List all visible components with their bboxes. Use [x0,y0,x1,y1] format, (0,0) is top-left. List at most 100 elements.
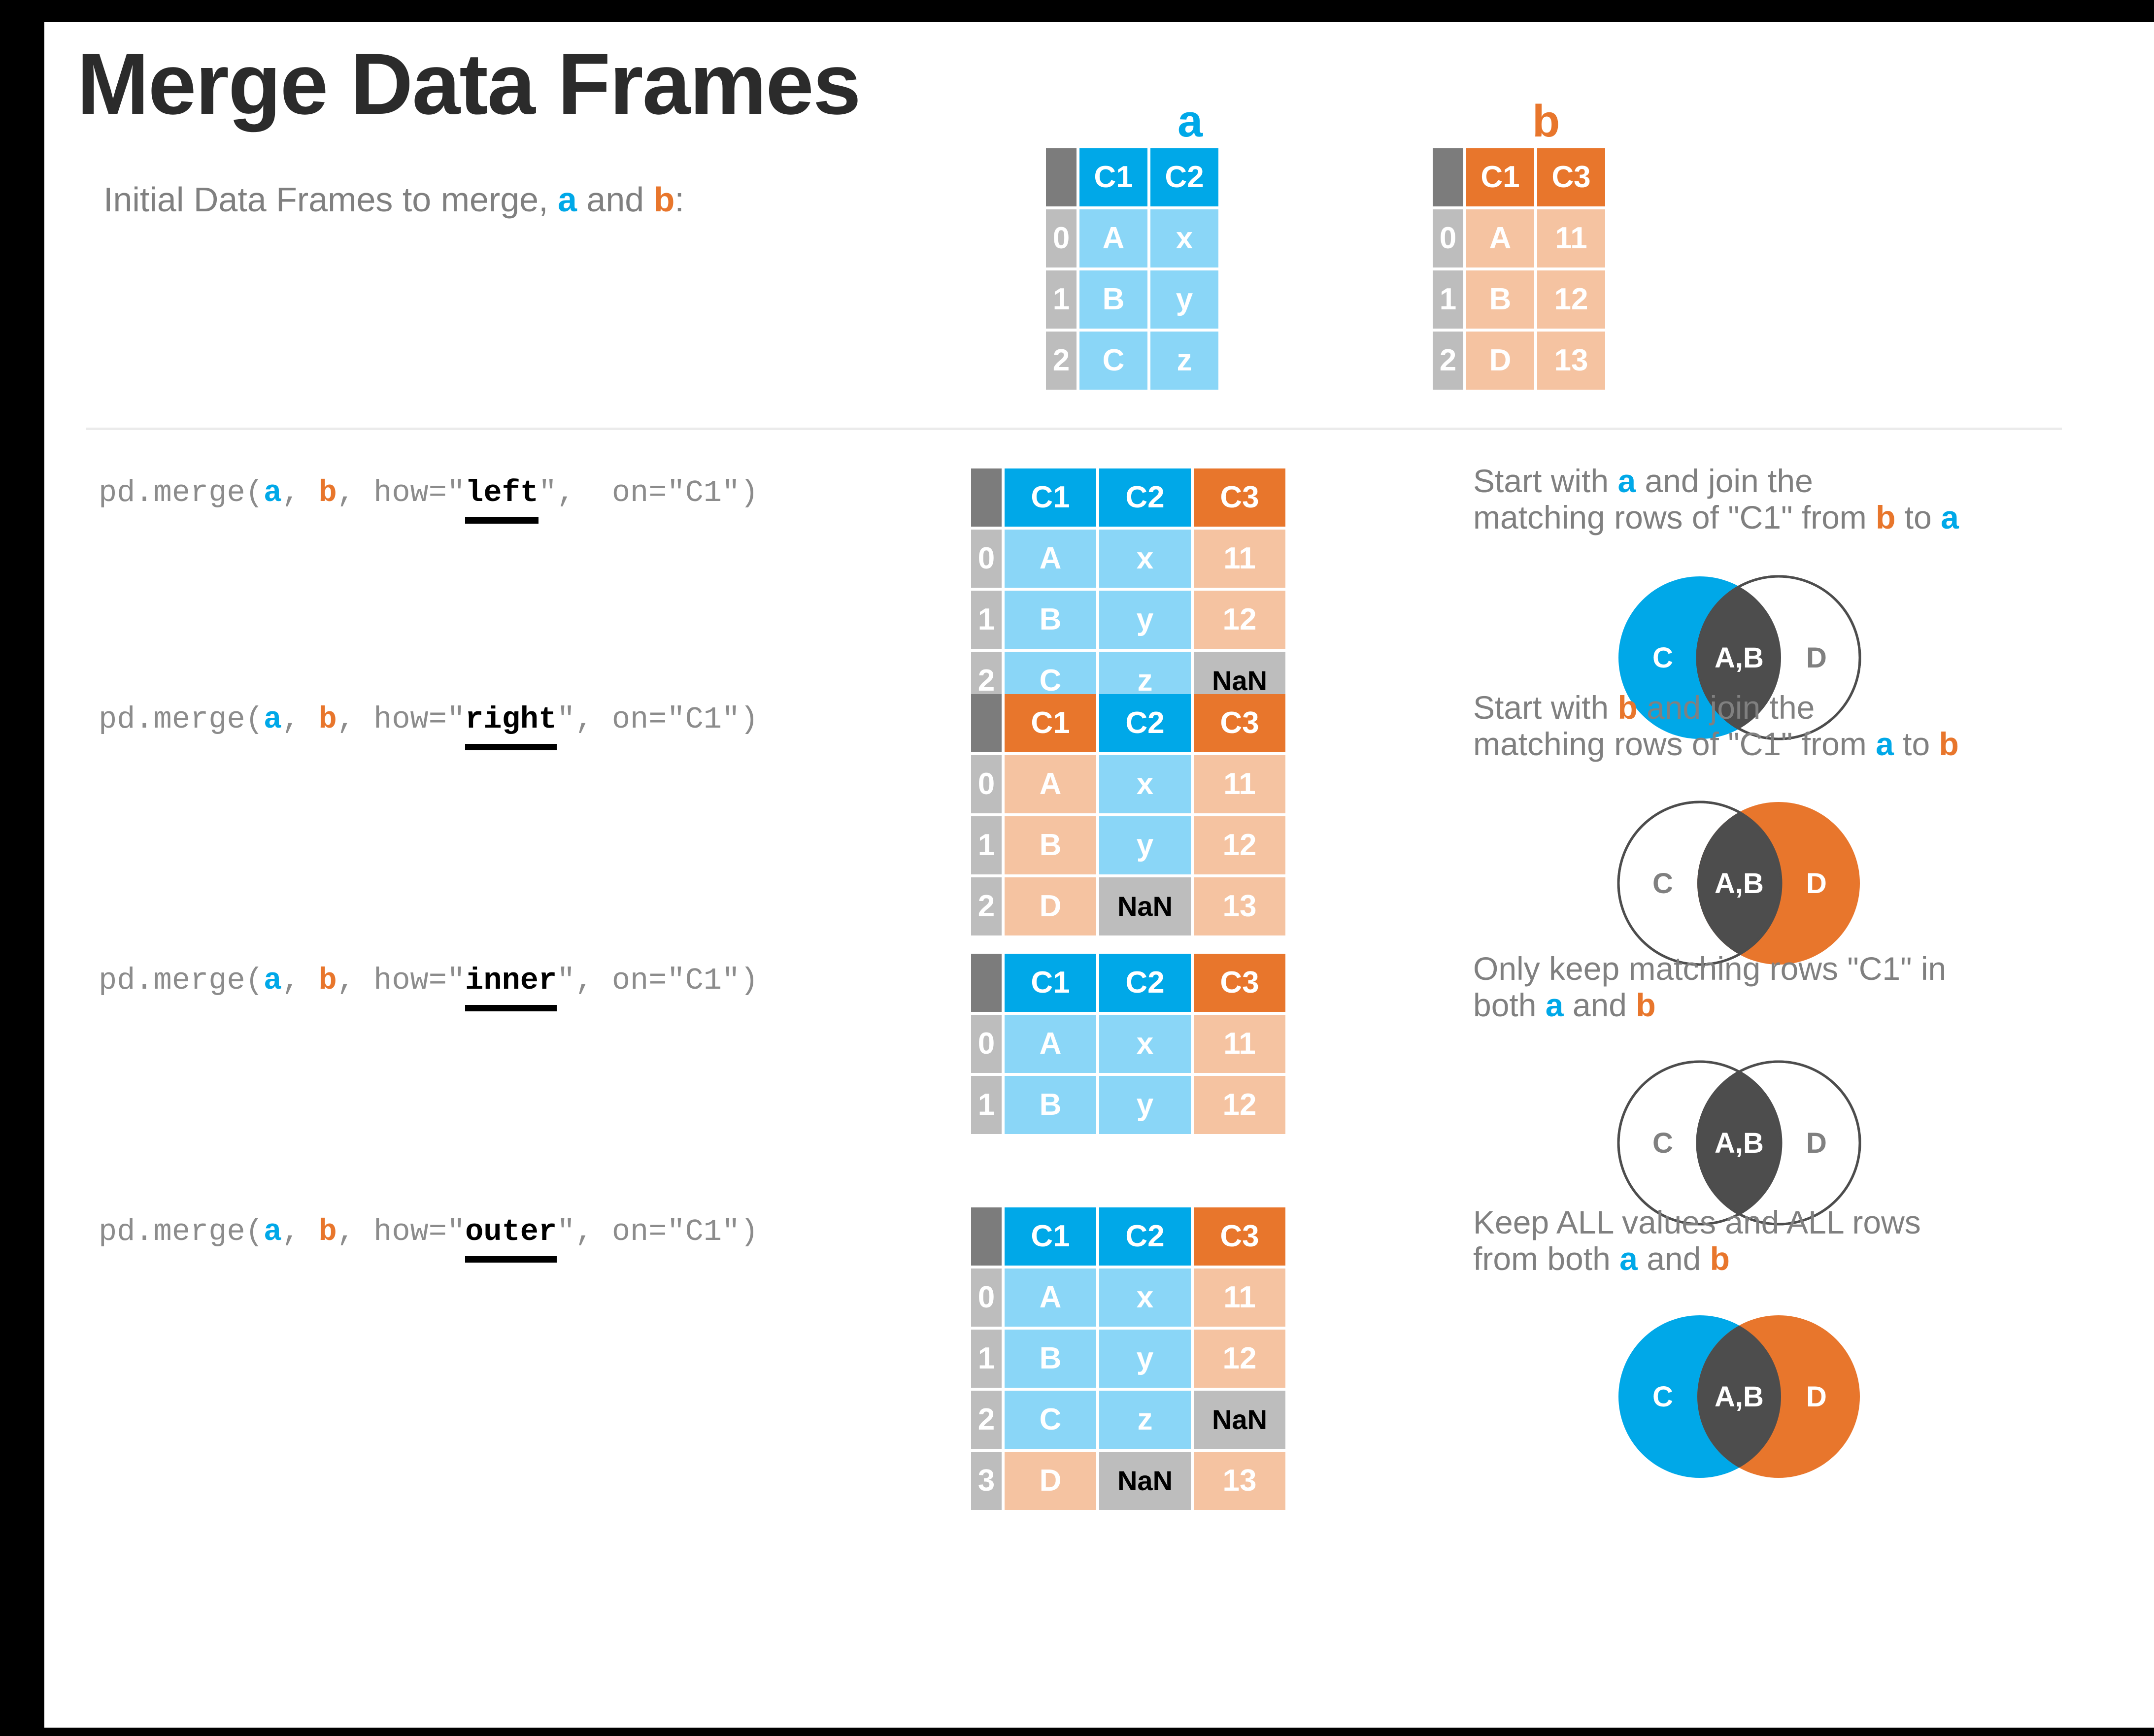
table-row: 3 D NaN 13 [971,1452,1285,1510]
code-how-keyword: outer [465,1214,557,1263]
column-header-cell: C2 [1099,694,1191,752]
column-header-cell: C2 [1099,468,1191,527]
data-cell: z [1150,332,1218,390]
column-header-cell: C2 [1099,954,1191,1012]
column-header-cell: C2 [1099,1207,1191,1266]
nan-cell: NaN [1194,1391,1285,1449]
data-cell: 11 [1194,755,1285,813]
code-separator: , [282,475,319,510]
description-line-1: Start with b and join the [1473,689,2138,726]
table-row: 2 D 13 [1433,332,1605,390]
column-header-cell: C2 [1150,148,1218,206]
data-cell: y [1099,1330,1191,1388]
table-row: 0 A 11 [1433,209,1605,267]
data-cell: y [1099,816,1191,874]
code-arg-b: b [318,475,337,510]
venn-label-right: D [1806,1127,1827,1159]
desc-l1-token: b [1617,689,1638,726]
venn-diagram-outer: C A,B D [1618,1315,1860,1478]
code-how-prefix: , how=" [337,1214,466,1249]
column-header-cell: C1 [1005,468,1096,527]
table-row: 2 D NaN 13 [971,877,1285,935]
index-header-cell [1046,148,1077,206]
data-cell: 12 [1194,816,1285,874]
desc-l2-token-1: b [1876,499,1896,535]
page-title: Merge Data Frames [77,36,861,133]
data-cell: x [1099,755,1191,813]
code-line-outer: pd.merge(a, b, how="outer", on="C1") [99,1214,759,1263]
row-index-cell: 0 [971,1269,1002,1327]
index-header-cell [971,468,1002,527]
desc-l1-post: and join the [1637,689,1815,726]
code-call-prefix: pd.merge( [99,702,264,737]
index-header-cell [1433,148,1463,206]
row-index-cell: 1 [971,1330,1002,1388]
section-divider [86,428,2062,430]
table-row: 0 Ax 11 [971,1015,1285,1073]
data-cell: 12 [1194,591,1285,649]
code-how-keyword: inner [465,963,557,1011]
venn-label-center: A,B [1715,868,1764,900]
code-call-prefix: pd.merge( [99,475,264,510]
desc-l2-pre: from both [1473,1240,1620,1277]
data-cell: A [1005,530,1096,588]
description-inner: Only keep matching rows "C1" in both a an… [1473,950,2138,1024]
row-index-cell: 2 [1433,332,1463,390]
code-separator: , [282,1214,319,1249]
data-cell: A [1005,1015,1096,1073]
description-right: Start with b and join the matching rows o… [1473,689,2138,763]
index-header-cell [971,1207,1002,1266]
table-header-row: C1 C2 C3 [971,468,1285,527]
row-index-cell: 0 [971,530,1002,588]
slide-canvas: Merge Data Frames Initial Data Frames to… [44,22,2154,1728]
row-index-cell: 2 [1046,332,1077,390]
venn-label-center: A,B [1715,642,1764,674]
column-header-cell: C3 [1194,468,1285,527]
code-arg-a: a [263,702,282,737]
venn-label-right: D [1806,642,1827,674]
data-cell: 11 [1194,1269,1285,1327]
row-index-cell: 1 [971,1076,1002,1134]
desc-l2-token-2: b [1636,986,1656,1023]
venn-label-center: A,B [1715,1127,1764,1159]
table-header-row: C1 C2 C3 [971,694,1285,752]
dataframe-table-a: C1 C2 0 Ax 1 By 2 Cz [1043,145,1221,393]
column-header-cell: C1 [1079,148,1147,206]
intro-token-a: a [558,180,577,219]
desc-l1-post: and join the [1636,463,1813,499]
dataframe-table-inner: C1 C2 C3 0 Ax 11 1 By 12 [968,951,1288,1137]
venn-label-left: C [1652,1381,1673,1413]
desc-l2-token-1: a [1619,1240,1638,1277]
description-line-2: both a and b [1473,987,2138,1024]
data-cell: 13 [1194,1452,1285,1510]
code-separator: , [282,963,319,998]
code-arg-b: b [318,963,337,998]
column-header-cell: C1 [1005,694,1096,752]
data-cell: B [1466,270,1534,329]
column-header-cell: C3 [1194,694,1285,752]
row-index-cell: 2 [971,877,1002,935]
table-header-row: C1 C2 C3 [971,1207,1285,1266]
desc-l2-pre: matching rows of "C1" from [1473,499,1876,535]
data-cell: y [1150,270,1218,329]
dataframe-table-b: C1 C3 0 A 11 1 B 12 2 D 13 [1430,145,1608,393]
code-separator: , [282,702,319,737]
row-index-cell: 0 [1046,209,1077,267]
intro-text: Initial Data Frames to merge, a and b: [103,180,684,219]
data-cell: x [1150,209,1218,267]
row-index-cell: 0 [1433,209,1463,267]
data-cell: A [1079,209,1147,267]
desc-l2-token-2: b [1710,1240,1730,1277]
desc-l2-mid: to [1893,725,1939,762]
table-header-row: C1 C3 [1433,148,1605,206]
table-row: 1By [1046,270,1218,329]
desc-l2-pre: matching rows of "C1" from [1473,725,1876,762]
data-cell: 13 [1194,877,1285,935]
data-cell: 12 [1194,1076,1285,1134]
code-call-suffix: ", on="C1") [557,1214,759,1249]
table-header-row: C1 C2 [1046,148,1218,206]
data-cell: C [1079,332,1147,390]
index-header-cell [971,694,1002,752]
desc-l2-mid: and [1637,1240,1710,1277]
code-how-keyword: left [465,475,538,524]
